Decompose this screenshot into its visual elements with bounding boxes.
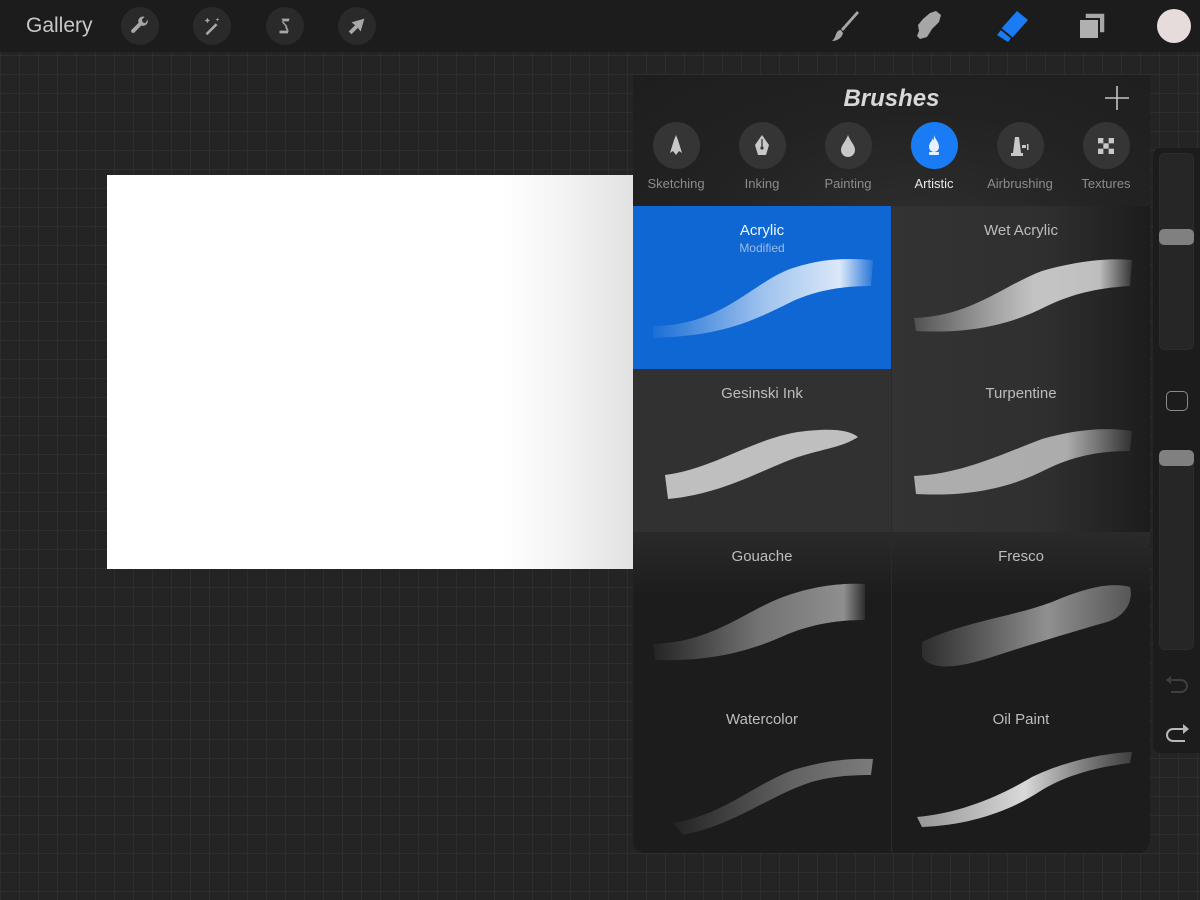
brush-item-gesinski-ink[interactable]: Gesinski Ink bbox=[633, 369, 891, 532]
brush-size-thumb[interactable] bbox=[1159, 229, 1194, 246]
brush-library-grid: Acrylic Modified Wet Acrylic Gesinski In… bbox=[633, 206, 1150, 853]
smudge-tool-button[interactable] bbox=[911, 8, 947, 44]
brush-name: Acrylic bbox=[739, 222, 785, 239]
pencil-tip-icon bbox=[670, 134, 682, 155]
brush-item-wet-acrylic[interactable]: Wet Acrylic bbox=[892, 206, 1150, 369]
brush-name: Fresco bbox=[998, 548, 1044, 565]
panel-title: Brushes bbox=[843, 85, 940, 112]
brush-name: Watercolor bbox=[726, 711, 798, 728]
brush-name: Turpentine bbox=[985, 385, 1057, 402]
brush-name: Oil Paint bbox=[992, 711, 1050, 728]
opacity-slider[interactable] bbox=[1159, 450, 1194, 650]
brush-item-turpentine[interactable]: Turpentine bbox=[892, 369, 1150, 532]
brush-name: Gouache bbox=[731, 548, 793, 565]
opacity-thumb[interactable] bbox=[1159, 450, 1194, 466]
redo-icon bbox=[1166, 724, 1189, 742]
brush-name: Gesinski Ink bbox=[721, 385, 803, 402]
brush-item-fresco[interactable]: Fresco bbox=[892, 532, 1150, 695]
eraser-icon bbox=[997, 11, 1028, 42]
flame-brush-icon bbox=[929, 134, 939, 155]
brushes-panel: Brushes Sketching Inking Painting Artist… bbox=[633, 75, 1150, 853]
layers-button[interactable] bbox=[1074, 8, 1110, 44]
undo-icon bbox=[1166, 676, 1188, 693]
category-airbrushing[interactable]: Airbrushing bbox=[977, 122, 1063, 191]
category-sketching[interactable]: Sketching bbox=[633, 122, 719, 191]
category-artistic[interactable]: Artistic bbox=[891, 122, 977, 191]
category-painting[interactable]: Painting bbox=[805, 122, 891, 191]
category-textures[interactable]: Textures bbox=[1063, 122, 1149, 191]
grid-divider bbox=[891, 206, 892, 853]
brush-name: Wet Acrylic bbox=[984, 222, 1058, 239]
color-picker-button[interactable] bbox=[1157, 9, 1191, 43]
selection-s-icon bbox=[279, 18, 290, 34]
sidebar-controls bbox=[1153, 148, 1200, 753]
brush-size-slider[interactable] bbox=[1159, 153, 1194, 350]
selection-button[interactable] bbox=[266, 7, 304, 45]
drop-icon bbox=[841, 134, 855, 157]
top-toolbar: Gallery bbox=[0, 0, 1200, 52]
layers-icon bbox=[1078, 12, 1106, 40]
pen-nib-icon bbox=[755, 134, 769, 155]
arrow-cursor-icon bbox=[348, 18, 365, 35]
adjustments-button[interactable] bbox=[193, 7, 231, 45]
brush-item-oil-paint[interactable]: Oil Paint bbox=[892, 695, 1150, 853]
category-inking[interactable]: Inking bbox=[719, 122, 805, 191]
brush-item-acrylic[interactable]: Acrylic Modified bbox=[633, 206, 891, 369]
undo-button[interactable] bbox=[1164, 672, 1190, 694]
checker-icon bbox=[1098, 137, 1114, 154]
magic-wand-icon bbox=[204, 17, 220, 36]
plus-icon bbox=[1105, 86, 1129, 110]
brush-tool-button[interactable] bbox=[828, 8, 864, 44]
brush-item-gouache[interactable]: Gouache bbox=[633, 532, 891, 695]
paintbrush-icon bbox=[832, 11, 859, 41]
smudge-finger-icon bbox=[917, 11, 941, 39]
brush-item-watercolor[interactable]: Watercolor bbox=[633, 695, 891, 853]
modify-button[interactable] bbox=[1166, 391, 1188, 411]
transform-button[interactable] bbox=[338, 7, 376, 45]
brushes-panel-header: Brushes Sketching Inking Painting Artist… bbox=[633, 75, 1150, 206]
airbrush-icon bbox=[1011, 136, 1029, 156]
actions-button[interactable] bbox=[121, 7, 159, 45]
drawing-canvas[interactable] bbox=[107, 175, 633, 569]
brush-status: Modified bbox=[739, 241, 785, 255]
eraser-tool-button[interactable] bbox=[995, 8, 1031, 44]
wrench-icon bbox=[131, 16, 148, 33]
redo-button[interactable] bbox=[1164, 721, 1190, 743]
gallery-button[interactable]: Gallery bbox=[26, 14, 93, 38]
add-brush-button[interactable] bbox=[1104, 85, 1130, 111]
